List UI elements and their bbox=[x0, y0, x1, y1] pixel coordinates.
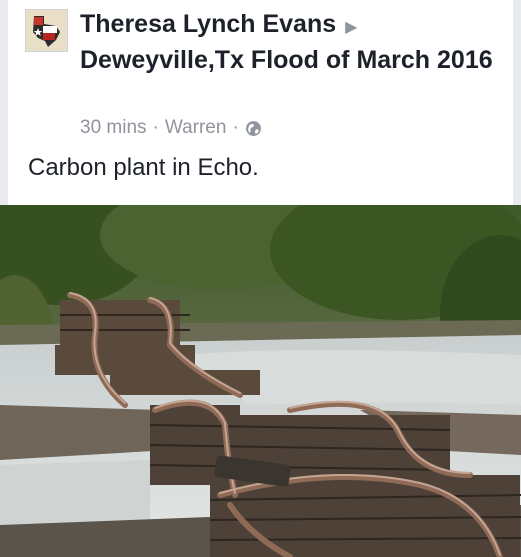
flooded-railroad-photo bbox=[0, 205, 521, 557]
meta-separator: · bbox=[232, 117, 239, 138]
shared-to-arrow-icon: ▶ bbox=[345, 19, 358, 36]
globe-icon[interactable] bbox=[245, 120, 262, 137]
post-text: Carbon plant in Echo. bbox=[28, 154, 259, 181]
post-photo[interactable] bbox=[0, 205, 521, 557]
post-meta: 30 mins · Warren · bbox=[80, 117, 262, 139]
author-name[interactable]: Theresa Lynch Evans bbox=[80, 10, 336, 38]
post-header: Theresa Lynch Evans ▶ Deweyville,Tx Floo… bbox=[0, 0, 521, 205]
feed-edge-right bbox=[513, 0, 521, 205]
meta-separator: · bbox=[152, 117, 159, 138]
group-name[interactable]: Deweyville,Tx Flood of March 2016 bbox=[80, 46, 493, 74]
post-title: Theresa Lynch Evans ▶ Deweyville,Tx Floo… bbox=[80, 8, 500, 76]
feed-edge-left bbox=[0, 0, 8, 205]
post-location[interactable]: Warren bbox=[165, 117, 227, 139]
avatar[interactable] bbox=[25, 9, 68, 52]
texas-avatar-icon bbox=[26, 10, 67, 51]
post-timestamp[interactable]: 30 mins bbox=[80, 117, 147, 139]
